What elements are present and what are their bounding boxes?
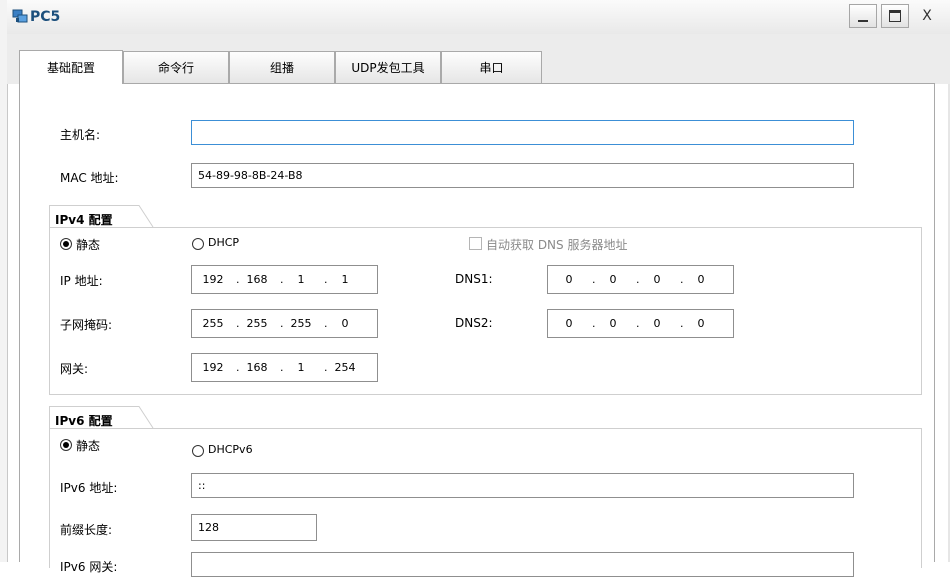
subnet-mask-input[interactable]: 255 . 255 . 255 . 0 <box>191 309 378 338</box>
window-left-border <box>0 0 8 562</box>
ipv4-dhcp-label: DHCP <box>208 236 240 249</box>
ip-dot: . <box>236 317 240 330</box>
auto-dns-label: 自动获取 DNS 服务器地址 <box>486 238 628 252</box>
ip-dot: . <box>592 317 596 330</box>
basic-config-panel: 主机名: MAC 地址: 54-89-98-8B-24-B8 IPv4 配置 静… <box>19 83 935 577</box>
ipv4-static-label: 静态 <box>76 238 101 252</box>
gateway-input[interactable]: 192 . 168 . 1 . 254 <box>191 353 378 382</box>
ipv4-group-title: IPv4 配置 <box>55 213 113 227</box>
ipv6-gateway-input[interactable] <box>191 552 854 577</box>
ip-octet: 192 <box>202 273 224 286</box>
minimize-button[interactable] <box>849 4 877 28</box>
ip-dot: . <box>324 317 328 330</box>
ip-octet: 0 <box>697 273 705 286</box>
tab-label: UDP发包工具 <box>351 61 425 75</box>
ip-octet: 0 <box>653 273 661 286</box>
ip-dot: . <box>280 273 284 286</box>
ip-dot: . <box>592 273 596 286</box>
ip-octet: 1 <box>297 361 305 374</box>
ip-dot: . <box>324 273 328 286</box>
ipv6-dhcpv6-label: DHCPv6 <box>208 443 253 456</box>
ip-address-label: IP 地址: <box>60 274 103 288</box>
subnet-mask-label: 子网掩码: <box>60 318 113 332</box>
ipv6-static-label: 静态 <box>76 439 101 453</box>
ip-dot: . <box>636 273 640 286</box>
tab-serial[interactable]: 串口 <box>441 51 542 83</box>
window-title: PC5 <box>30 9 61 25</box>
tab-bar: 基础配置 命令行 组播 UDP发包工具 串口 <box>7 34 950 84</box>
ipv6-group-title: IPv6 配置 <box>55 414 113 428</box>
ipv6-address-label: IPv6 地址: <box>60 481 118 495</box>
ipv6-group-tab: IPv6 配置 <box>49 406 154 429</box>
tab-basic-config[interactable]: 基础配置 <box>19 50 123 84</box>
ipv6-dhcpv6-radio[interactable] <box>192 445 204 457</box>
ip-address-input[interactable]: 192 . 168 . 1 . 1 <box>191 265 378 294</box>
ip-octet: 0 <box>565 317 573 330</box>
ip-dot: . <box>236 361 240 374</box>
dns2-label: DNS2: <box>455 316 493 330</box>
ip-octet: 168 <box>246 361 268 374</box>
pc-icon <box>12 8 28 24</box>
mac-address-field[interactable]: 54-89-98-8B-24-B8 <box>191 163 854 188</box>
maximize-button[interactable] <box>881 4 909 28</box>
ip-octet: 0 <box>565 273 573 286</box>
ip-octet: 192 <box>202 361 224 374</box>
auto-dns-checkbox[interactable] <box>469 237 482 250</box>
ip-dot: . <box>280 317 284 330</box>
title-bar: PC5 X <box>7 0 950 35</box>
ip-dot: . <box>236 273 240 286</box>
ipv6-config-group <box>49 428 922 568</box>
prefix-length-label: 前缀长度: <box>60 523 113 537</box>
ip-dot: . <box>680 317 684 330</box>
close-icon: X <box>922 8 932 24</box>
ip-octet: 0 <box>341 317 349 330</box>
ipv6-static-radio[interactable] <box>60 439 72 451</box>
ip-octet: 255 <box>290 317 312 330</box>
ipv6-gateway-label: IPv6 网关: <box>60 560 118 574</box>
tab-udp-tool[interactable]: UDP发包工具 <box>335 51 441 83</box>
hostname-label: 主机名: <box>60 128 101 142</box>
dns2-input[interactable]: 0 . 0 . 0 . 0 <box>547 309 734 338</box>
ip-octet: 0 <box>653 317 661 330</box>
dns1-input[interactable]: 0 . 0 . 0 . 0 <box>547 265 734 294</box>
ip-dot: . <box>636 317 640 330</box>
ip-octet: 1 <box>341 273 349 286</box>
hostname-input[interactable] <box>191 120 854 145</box>
ip-octet: 0 <box>697 317 705 330</box>
ip-octet: 254 <box>334 361 356 374</box>
ipv4-static-radio[interactable] <box>60 238 72 250</box>
ip-octet: 255 <box>202 317 224 330</box>
dns1-label: DNS1: <box>455 272 493 286</box>
ip-octet: 0 <box>609 317 617 330</box>
gateway-label: 网关: <box>60 362 89 376</box>
close-button[interactable]: X <box>913 4 941 28</box>
ip-octet: 0 <box>609 273 617 286</box>
ipv6-address-input[interactable]: :: <box>191 473 854 498</box>
tab-multicast[interactable]: 组播 <box>229 51 335 83</box>
tab-command-line[interactable]: 命令行 <box>123 51 229 83</box>
ip-dot: . <box>680 273 684 286</box>
minimize-icon <box>858 20 868 22</box>
ipv4-group-tab: IPv4 配置 <box>49 205 154 228</box>
tab-label: 命令行 <box>157 61 194 75</box>
ip-dot: . <box>324 361 328 374</box>
tab-label: 组播 <box>269 61 294 75</box>
mac-label: MAC 地址: <box>60 171 119 185</box>
tab-label: 串口 <box>479 61 504 75</box>
ip-octet: 168 <box>246 273 268 286</box>
ip-octet: 255 <box>246 317 268 330</box>
ip-octet: 1 <box>297 273 305 286</box>
ip-dot: . <box>280 361 284 374</box>
maximize-icon <box>889 10 901 22</box>
prefix-length-input[interactable]: 128 <box>191 514 317 541</box>
ipv4-dhcp-radio[interactable] <box>192 238 204 250</box>
tab-label: 基础配置 <box>46 61 95 75</box>
